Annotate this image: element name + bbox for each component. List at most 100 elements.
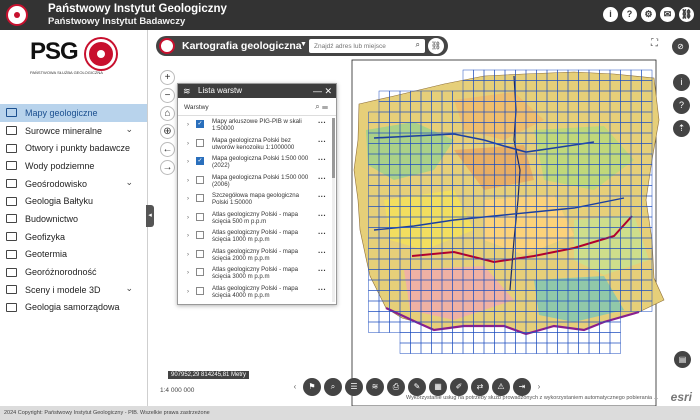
layer-list-scrollbar[interactable] — [332, 118, 335, 302]
expand-arrow-icon[interactable]: › — [187, 122, 189, 129]
compass-icon[interactable]: ⇡ — [673, 120, 690, 137]
locate-icon[interactable]: ⊕ — [160, 124, 175, 139]
sidebar-item[interactable]: Otwory i punkty badawcze — [0, 139, 147, 157]
layer-visibility-checkbox[interactable] — [196, 175, 204, 184]
minimize-icon[interactable]: — — [313, 86, 322, 96]
chevron-down-icon[interactable]: ⌄ — [125, 283, 133, 294]
layer-visibility-checkbox[interactable] — [196, 286, 204, 295]
print-icon[interactable]: ⎙ — [387, 378, 405, 396]
forward-arrow-icon[interactable]: → — [160, 160, 175, 175]
filter-icon[interactable]: ☰ — [322, 102, 328, 111]
chevron-right-icon[interactable]: › — [534, 378, 544, 396]
basemap-gallery-icon[interactable]: ▦ — [429, 378, 447, 396]
chevron-down-icon[interactable]: ▼ — [300, 41, 307, 48]
swipe-icon[interactable]: ⇄ — [471, 378, 489, 396]
layer-visibility-checkbox[interactable]: ✓ — [196, 120, 204, 128]
help-icon[interactable]: ? — [673, 97, 690, 114]
layer-visibility-checkbox[interactable] — [196, 194, 204, 202]
layer-options-icon[interactable]: ··· — [318, 156, 326, 164]
zoom-in-button[interactable]: + — [160, 70, 175, 85]
info-icon[interactable]: i — [673, 74, 690, 91]
layer-visibility-checkbox[interactable] — [196, 249, 204, 258]
home-icon[interactable]: ⌂ — [160, 106, 175, 121]
layer-row[interactable]: › Atlas geologiczny Polski - mapa ścięcia… — [178, 246, 336, 265]
expand-arrow-icon[interactable]: › — [187, 233, 189, 240]
layer-row[interactable]: › ✓ Mapa geologiczna Polski 1:500 000 (202… — [178, 153, 336, 172]
settings-icon[interactable]: ⚙ — [641, 7, 656, 22]
sidebar-item[interactable]: Geotermia — [0, 246, 147, 264]
share-icon[interactable]: ⛓ — [428, 38, 444, 54]
close-icon[interactable]: ✕ — [324, 86, 332, 96]
bookmark-icon[interactable]: ⚑ — [303, 378, 321, 396]
layer-visibility-checkbox[interactable] — [196, 138, 204, 147]
layer-row[interactable]: › Atlas geologiczny Polski - mapa ścięcia… — [178, 283, 336, 302]
layer-options-icon[interactable]: ··· — [318, 193, 326, 201]
layer-row[interactable]: › Szczegółowa mapa geologiczna Polski 1:5… — [178, 190, 336, 209]
layer-options-icon[interactable]: ··· — [318, 267, 326, 275]
link-icon[interactable]: ⛓ — [679, 7, 694, 22]
layer-options-icon[interactable]: ··· — [318, 137, 326, 145]
layers-tab[interactable]: Warstwy ⌕ ☰ — [178, 98, 336, 116]
sidebar-item[interactable]: Geologia samorządowa — [0, 299, 147, 317]
mail-icon[interactable]: ✉ — [660, 7, 675, 22]
chevron-down-icon[interactable]: ⌄ — [125, 177, 133, 188]
layer-visibility-checkbox[interactable] — [196, 268, 204, 276]
hide-ui-icon[interactable]: ⊘ — [672, 38, 689, 55]
layer-visibility-checkbox[interactable] — [196, 212, 204, 221]
layer-options-icon[interactable]: ··· — [318, 119, 326, 127]
layer-visibility-checkbox[interactable]: ✓ — [196, 157, 204, 165]
sidebar-item[interactable]: Surowce mineralne ⌄ — [0, 122, 147, 140]
layer-options-icon[interactable]: ··· — [318, 230, 326, 238]
help-icon[interactable]: ? — [622, 7, 637, 22]
sidebar-item[interactable]: Mapy geologiczne — [0, 104, 147, 122]
layer-row[interactable]: › Atlas geologiczny Polski - mapa ścięcia… — [178, 264, 336, 283]
info-icon[interactable]: i — [603, 7, 618, 22]
zoom-out-button[interactable]: − — [160, 88, 175, 103]
query-icon[interactable]: ⌕ — [324, 378, 342, 396]
export-icon[interactable]: ⇥ — [513, 378, 531, 396]
expand-arrow-icon[interactable]: › — [187, 289, 189, 296]
warning-icon[interactable]: ⚠ — [492, 378, 510, 396]
app-search-bar: Kartografia geologiczna ▼ ⌕ ⛓ — [156, 36, 448, 56]
sidebar-collapse-button[interactable]: ◂ — [146, 205, 154, 227]
legend-icon[interactable]: ☰ — [345, 378, 363, 396]
layer-visibility-checkbox[interactable] — [196, 231, 204, 239]
layers-icon[interactable]: ≋ — [366, 378, 384, 396]
psg-logo[interactable]: PSG PAŃSTWOWA SŁUŻBA GEOLOGICZNA — [30, 38, 120, 78]
sidebar-item[interactable]: Geologia Bałtyku — [0, 192, 147, 210]
draw-icon[interactable]: ✐ — [450, 378, 468, 396]
chevron-down-icon[interactable]: ⌄ — [125, 124, 133, 135]
pig-logo-icon[interactable] — [6, 4, 28, 26]
layer-row[interactable]: › Mapa geologiczna Polski bez utworów ken… — [178, 135, 336, 154]
sidebar-item[interactable]: Wody podziemne — [0, 157, 147, 175]
sidebar-item[interactable]: Sceny i modele 3D ⌄ — [0, 281, 147, 299]
layer-row[interactable]: › ✓ Mapy arkuszowe PIG-PIB w skali 1:50000… — [178, 116, 336, 135]
search-icon[interactable]: ⌕ — [315, 102, 319, 111]
expand-arrow-icon[interactable]: › — [187, 159, 189, 166]
layer-options-icon[interactable]: ··· — [318, 211, 326, 219]
fullscreen-icon[interactable]: ⛶ — [651, 38, 658, 49]
expand-arrow-icon[interactable]: › — [187, 141, 189, 148]
sidebar-item[interactable]: Budownictwo — [0, 210, 147, 228]
expand-arrow-icon[interactable]: › — [187, 178, 189, 185]
measure-icon[interactable]: ✎ — [408, 378, 426, 396]
attribute-table-icon[interactable]: ▤ — [674, 351, 691, 368]
app-logo-icon[interactable] — [159, 38, 175, 54]
layer-options-icon[interactable]: ··· — [318, 174, 326, 182]
expand-arrow-icon[interactable]: › — [187, 196, 189, 203]
layer-row[interactable]: › Atlas geologiczny Polski - mapa ścięcia… — [178, 227, 336, 246]
layer-row[interactable]: › Mapa geologiczna Polski 1:500 000 (2006… — [178, 172, 336, 191]
expand-arrow-icon[interactable]: › — [187, 270, 189, 277]
search-icon[interactable]: ⌕ — [416, 40, 420, 50]
search-input[interactable] — [314, 40, 404, 52]
layer-options-icon[interactable]: ··· — [318, 285, 326, 293]
layer-options-icon[interactable]: ··· — [318, 248, 326, 256]
expand-arrow-icon[interactable]: › — [187, 215, 189, 222]
expand-arrow-icon[interactable]: › — [187, 252, 189, 259]
sidebar-item[interactable]: Georóżnorodność — [0, 263, 147, 281]
chevron-left-icon[interactable]: ‹ — [290, 378, 300, 396]
sidebar-item[interactable]: Geośrodowisko ⌄ — [0, 175, 147, 193]
layer-row[interactable]: › Atlas geologiczny Polski - mapa ścięcia… — [178, 209, 336, 228]
sidebar-item[interactable]: Geofizyka — [0, 228, 147, 246]
back-arrow-icon[interactable]: ← — [160, 142, 175, 157]
